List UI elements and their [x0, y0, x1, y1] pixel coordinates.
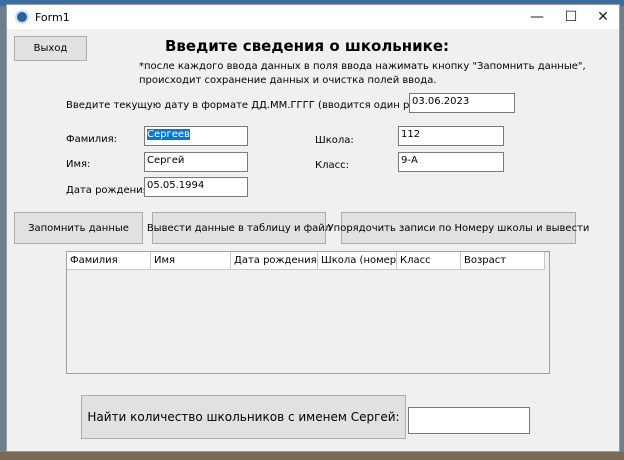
birthdate-input[interactable]: 05.05.1994: [144, 177, 248, 197]
form-window: Form1 — ☐ ✕ Выход Введите сведения о шко…: [6, 4, 620, 452]
exit-button[interactable]: Выход: [14, 36, 87, 61]
find-count-button[interactable]: Найти количество школьников с именем Сер…: [81, 395, 406, 439]
page-title: Введите сведения о школьнике:: [164, 37, 450, 55]
name-label: Имя:: [66, 159, 91, 170]
maximize-button[interactable]: ☐: [553, 5, 589, 29]
output-table-file-button[interactable]: Вывести данные в таблицу и файл: [147, 212, 331, 244]
table-header: Фамилия Имя Дата рождения Школа (номер) …: [67, 252, 545, 270]
note-text: происходит сохранение данных и очистка п…: [139, 75, 437, 86]
students-table[interactable]: Фамилия Имя Дата рождения Школа (номер) …: [66, 251, 550, 374]
surname-value: Сергеев: [147, 129, 190, 140]
app-icon: [15, 10, 29, 24]
school-input[interactable]: 112: [398, 126, 504, 146]
title-bar: Form1 — ☐ ✕: [7, 5, 619, 29]
birthdate-label: Дата рождения:: [66, 185, 153, 196]
note-text: *после каждого ввода данных в поля ввода…: [139, 61, 586, 72]
column-header-name[interactable]: Имя: [151, 252, 231, 270]
minimize-button[interactable]: —: [519, 5, 555, 29]
find-result-input[interactable]: [408, 407, 530, 434]
sort-by-school-button[interactable]: Упорядочить записи по Номеру школы и выв…: [328, 212, 589, 244]
class-input[interactable]: 9-А: [398, 152, 504, 172]
current-date-input[interactable]: 03.06.2023: [409, 93, 515, 113]
column-header-class[interactable]: Класс: [397, 252, 461, 270]
surname-label: Фамилия:: [66, 134, 118, 145]
save-data-button[interactable]: Запомнить данные: [14, 212, 143, 244]
desktop-background: [0, 452, 624, 460]
window-title: Form1: [35, 10, 70, 24]
name-input[interactable]: Сергей: [144, 152, 248, 172]
column-header-age[interactable]: Возраст: [461, 252, 545, 270]
column-header-school[interactable]: Школа (номер): [318, 252, 397, 270]
class-label: Класс:: [315, 160, 349, 171]
close-button[interactable]: ✕: [585, 5, 621, 29]
column-header-birthdate[interactable]: Дата рождения: [231, 252, 318, 270]
surname-input[interactable]: Сергеев: [144, 126, 248, 146]
school-label: Школа:: [315, 135, 354, 146]
column-header-surname[interactable]: Фамилия: [67, 252, 151, 270]
